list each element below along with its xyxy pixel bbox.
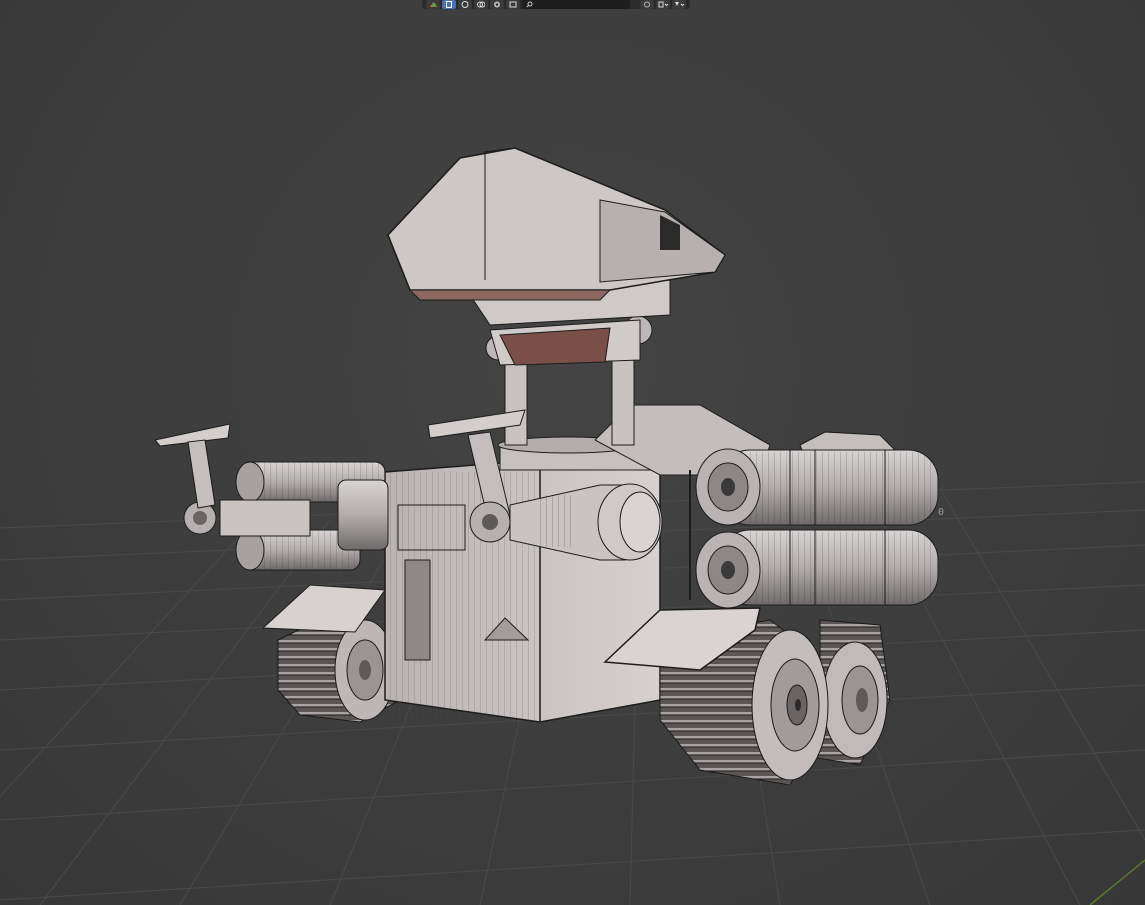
- display-filter-icon[interactable]: [506, 0, 520, 9]
- xray-icon[interactable]: [490, 0, 504, 9]
- view-layer-icon[interactable]: [656, 0, 670, 9]
- y-axis-line: [1089, 859, 1145, 905]
- settings-icon[interactable]: [640, 0, 654, 9]
- filter-dropdown-icon[interactable]: [672, 0, 686, 9]
- search-field[interactable]: [533, 0, 616, 9]
- sensor-head: [387, 147, 726, 301]
- right-launcher: [689, 431, 939, 609]
- 3d-viewport[interactable]: 0: [0, 0, 1145, 905]
- viewport-shading-icon[interactable]: [458, 0, 472, 9]
- left-launcher: [154, 423, 389, 571]
- orientation-label: 0: [938, 507, 945, 518]
- viewport-header-toolbar: [422, 0, 690, 9]
- search-icon: [526, 1, 533, 8]
- search-input[interactable]: [522, 0, 630, 9]
- selectability-icon[interactable]: [442, 0, 456, 9]
- object-type-filter-icon[interactable]: [426, 0, 440, 9]
- overlays-icon[interactable]: [474, 0, 488, 9]
- viewport-scene[interactable]: [0, 0, 1145, 905]
